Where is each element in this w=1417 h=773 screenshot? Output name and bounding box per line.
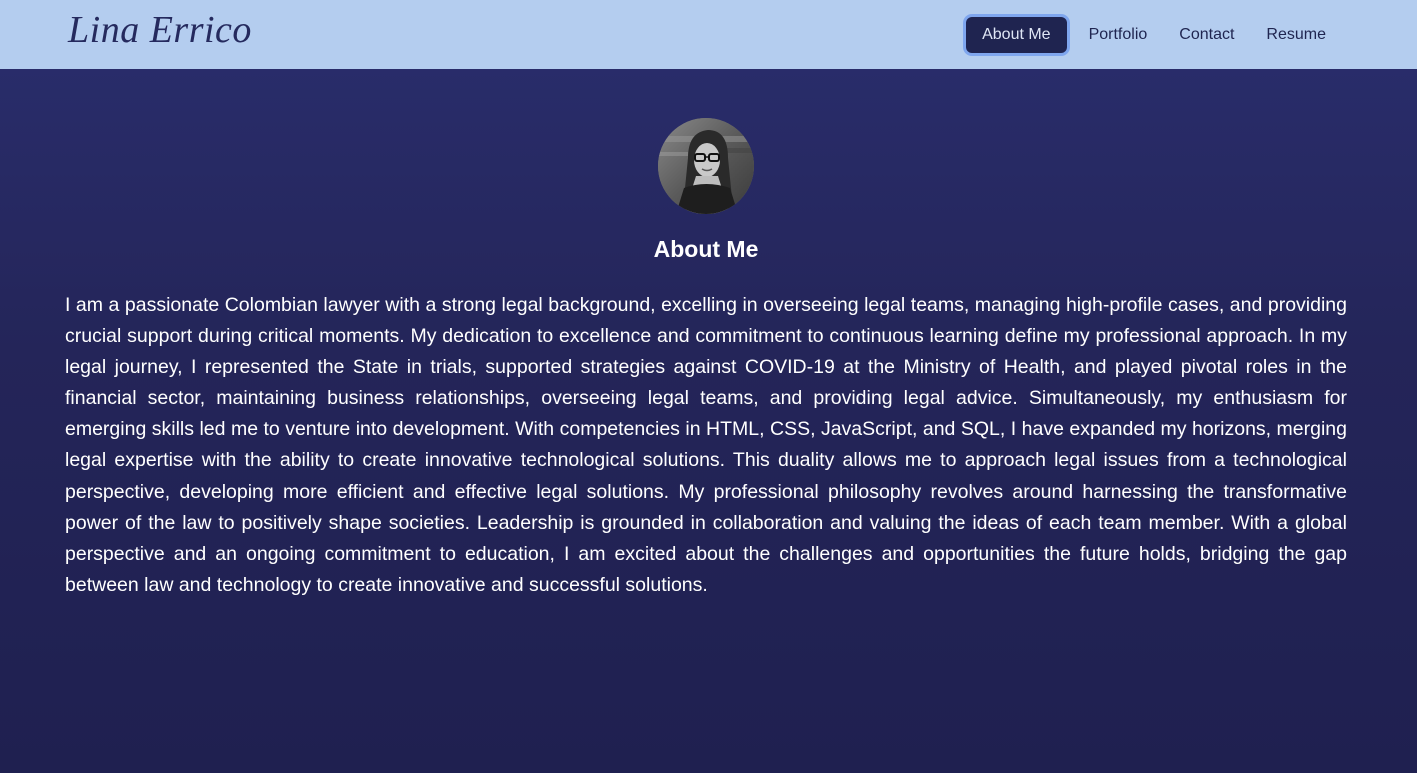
profile-photo-icon [658,118,754,214]
nav-resume[interactable]: Resume [1250,17,1342,53]
nav-portfolio[interactable]: Portfolio [1073,17,1164,53]
main-nav: About Me Portfolio Contact Resume [966,16,1342,53]
avatar [658,118,754,214]
nav-about-me[interactable]: About Me [966,16,1067,53]
brand-logo[interactable]: Lina Errico [68,11,252,49]
section-heading: About Me [653,236,759,262]
navbar: Lina Errico About Me Portfolio Contact R… [0,0,1417,69]
nav-contact[interactable]: Contact [1163,17,1250,53]
bio-paragraph: I am a passionate Colombian lawyer with … [65,294,1347,596]
about-section: About Me I am a passionate Colombian law… [65,118,1347,601]
